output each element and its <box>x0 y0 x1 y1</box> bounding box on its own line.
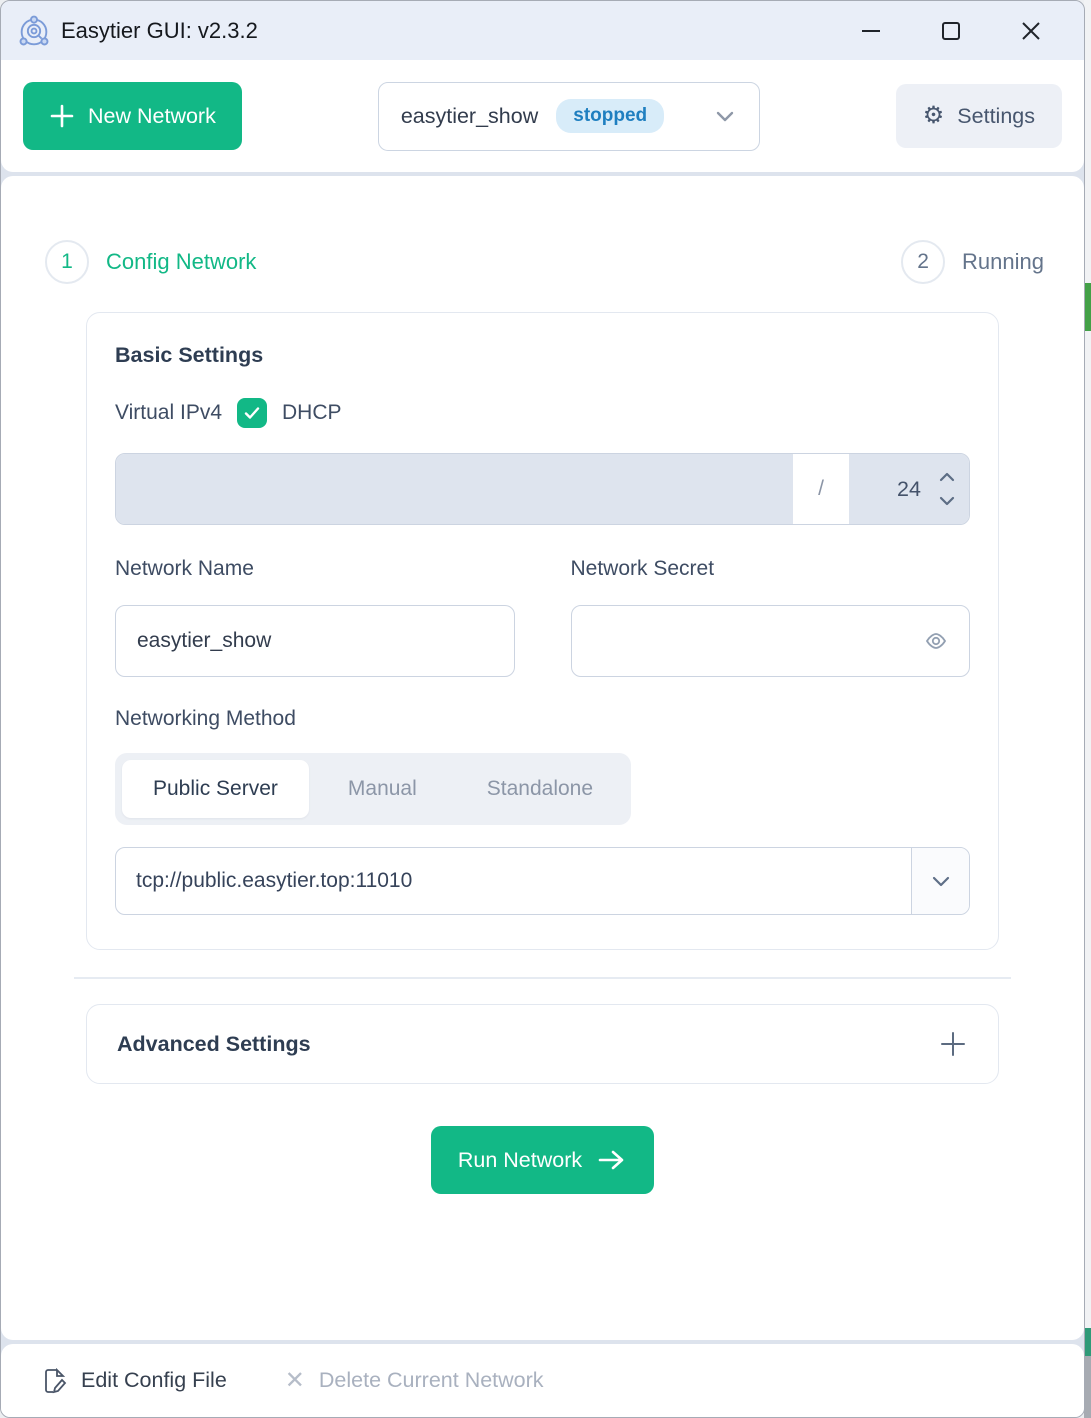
virtual-ipv4-row: Virtual IPv4 DHCP <box>115 398 970 428</box>
expand-plus-icon[interactable] <box>938 1029 968 1059</box>
section-divider <box>74 977 1011 979</box>
dhcp-label: DHCP <box>282 401 342 425</box>
app-logo-icon <box>15 12 53 50</box>
stepper-arrows <box>939 454 955 524</box>
new-network-button[interactable]: New Network <box>23 82 242 150</box>
run-network-label: Run Network <box>458 1148 582 1173</box>
step-label: Running <box>962 249 1044 275</box>
toolbar: New Network easytier_show stopped ⚙ Sett… <box>1 60 1084 172</box>
name-secret-grid: Network Name easytier_show Network Secre… <box>115 557 970 677</box>
networking-method-label: Networking Method <box>115 707 970 731</box>
network-selector[interactable]: easytier_show stopped <box>378 82 760 151</box>
select-trigger[interactable] <box>911 848 969 914</box>
network-secret-input[interactable] <box>571 605 971 677</box>
virtual-ipv4-input[interactable] <box>116 454 793 524</box>
footer: Edit Config File ✕ Delete Current Networ… <box>1 1344 1084 1417</box>
prefix-separator: / <box>793 454 849 524</box>
file-pen-icon <box>43 1368 67 1394</box>
tab-public-server[interactable]: Public Server <box>122 760 309 818</box>
chevron-down-icon[interactable] <box>939 496 955 506</box>
plus-icon <box>49 103 75 129</box>
delete-current-network-button[interactable]: ✕ Delete Current Network <box>285 1368 544 1393</box>
run-network-button[interactable]: Run Network <box>431 1126 654 1194</box>
window-controls <box>846 9 1084 53</box>
chevron-down-icon <box>713 104 737 128</box>
network-name-label: Network Name <box>115 557 515 581</box>
network-name-input[interactable]: easytier_show <box>115 605 515 677</box>
run-button-row: Run Network <box>1 1126 1084 1194</box>
app-window: Easytier GUI: v2.3.2 New Network easytie… <box>0 0 1085 1418</box>
step-number: 2 <box>901 240 945 284</box>
new-network-label: New Network <box>88 104 216 129</box>
background-window-teal-segment <box>1084 1328 1091 1356</box>
background-window-green-segment <box>1084 283 1091 331</box>
x-icon: ✕ <box>285 1369 305 1393</box>
virtual-ipv4-label: Virtual IPv4 <box>115 401 222 425</box>
background-window-gray-segment <box>1084 1356 1091 1418</box>
edit-config-file-button[interactable]: Edit Config File <box>43 1368 227 1394</box>
eye-icon[interactable] <box>924 629 948 653</box>
background-window-edge <box>1084 0 1091 1418</box>
basic-settings-card: Basic Settings Virtual IPv4 DHCP / 24 <box>86 312 999 950</box>
close-icon[interactable] <box>1006 9 1056 53</box>
prefix-length-value: 24 <box>897 477 921 502</box>
networking-method-tabs: Public Server Manual Standalone <box>115 753 631 825</box>
network-selector-value: easytier_show <box>401 104 538 129</box>
step-config-network: 1 Config Network <box>45 240 256 284</box>
gear-icon: ⚙ <box>923 104 945 128</box>
advanced-settings-title: Advanced Settings <box>117 1032 311 1057</box>
public-server-select[interactable]: tcp://public.easytier.top:11010 <box>115 847 970 915</box>
prefix-length-stepper[interactable]: 24 <box>849 454 969 524</box>
network-name-value: easytier_show <box>137 629 271 653</box>
tab-manual[interactable]: Manual <box>317 760 448 818</box>
network-name-field-group: Network Name easytier_show <box>115 557 515 677</box>
window-title: Easytier GUI: v2.3.2 <box>61 18 258 44</box>
main-panel: 1 Config Network 2 Running Basic Setting… <box>1 176 1084 1340</box>
settings-button[interactable]: ⚙ Settings <box>896 84 1062 148</box>
dhcp-checkbox[interactable] <box>237 398 267 428</box>
minimize-icon[interactable] <box>846 9 896 53</box>
public-server-value: tcp://public.easytier.top:11010 <box>116 848 911 914</box>
advanced-settings-card[interactable]: Advanced Settings <box>86 1004 999 1084</box>
step-running: 2 Running <box>901 240 1044 284</box>
network-secret-field-group: Network Secret <box>571 557 971 677</box>
arrow-right-icon <box>597 1148 627 1172</box>
edit-config-file-label: Edit Config File <box>81 1368 227 1393</box>
titlebar: Easytier GUI: v2.3.2 <box>1 1 1084 60</box>
settings-label: Settings <box>957 104 1035 129</box>
virtual-ipv4-input-group: / 24 <box>115 453 970 525</box>
tab-standalone[interactable]: Standalone <box>456 760 624 818</box>
step-number: 1 <box>45 240 89 284</box>
network-secret-label: Network Secret <box>571 557 971 581</box>
chevron-down-icon <box>929 869 953 893</box>
check-icon <box>243 404 261 422</box>
chevron-up-icon[interactable] <box>939 472 955 482</box>
maximize-icon[interactable] <box>926 9 976 53</box>
step-indicator: 1 Config Network 2 Running <box>1 176 1084 284</box>
basic-settings-title: Basic Settings <box>115 343 970 368</box>
delete-current-network-label: Delete Current Network <box>319 1368 544 1393</box>
status-badge: stopped <box>556 99 664 133</box>
step-label: Config Network <box>106 249 256 275</box>
